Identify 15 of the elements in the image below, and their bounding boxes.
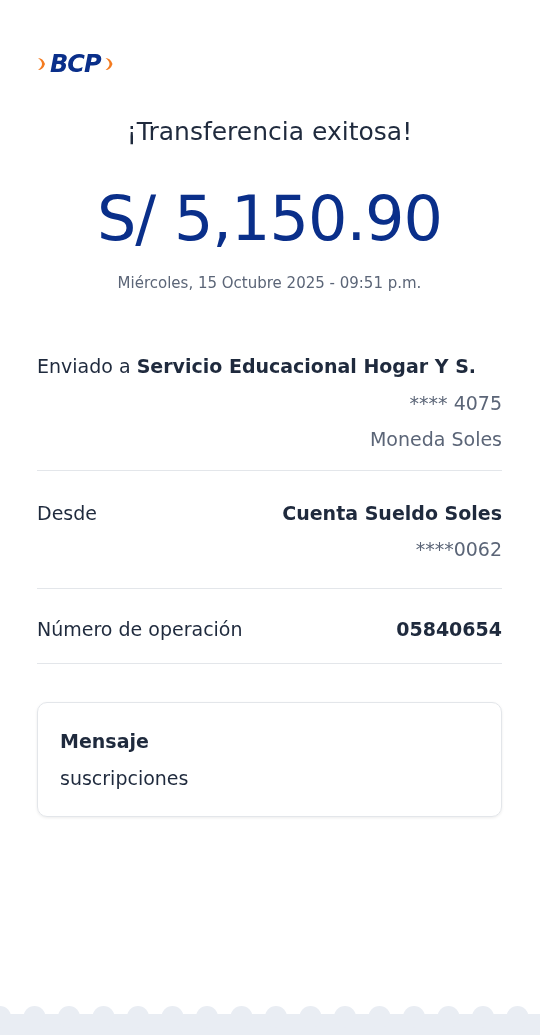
logo-text: BCP — [50, 51, 101, 76]
detail-label: Número de operación — [37, 616, 243, 642]
message-text: suscripciones — [60, 765, 190, 791]
page-title: ¡Transferencia exitosa! — [125, 116, 414, 148]
detail-label: Desde — [37, 500, 97, 526]
account-number: **** 4075 — [408, 390, 502, 416]
sent-to-label: Enviado a — [37, 355, 132, 377]
recipient-name: Servicio Educacional Hogar Y S. — [136, 355, 477, 377]
detail-value: Cuenta Sueldo Soles — [282, 500, 502, 526]
detail-value: 05840654 — [396, 616, 502, 642]
amount-text: S/ 5,150.90 — [95, 187, 443, 250]
currency-text: Moneda Soles — [368, 427, 502, 452]
date-text: Miércoles, 15 Octubre 2025 - 09:51 p.m. — [116, 272, 423, 294]
account-number: ****0062 — [414, 537, 502, 562]
message-label: Mensaje — [60, 729, 150, 754]
